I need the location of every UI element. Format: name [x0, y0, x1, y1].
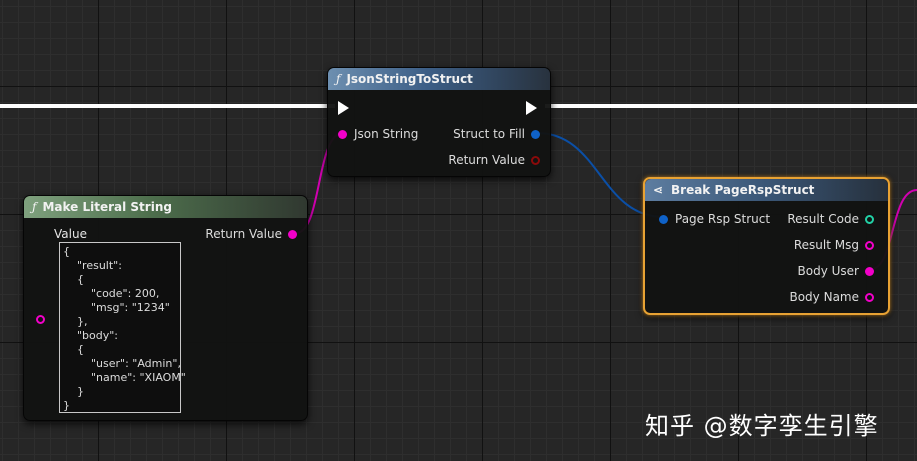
- json-return-value-label: Return Value: [448, 153, 525, 167]
- string-pin-icon[interactable]: [865, 266, 874, 276]
- json-string-to-struct-header[interactable]: ƒ JsonStringToStruct: [328, 68, 550, 90]
- value-line: }: [63, 399, 70, 412]
- int-pin-icon[interactable]: [865, 214, 874, 224]
- value-text-field[interactable]: { "result": { "code": 200, "msg": "1234"…: [59, 242, 186, 413]
- break-page-rsp-struct-header[interactable]: ⋖ Break PageRspStruct: [645, 179, 888, 201]
- function-icon: ƒ: [336, 72, 341, 86]
- break-page-rsp-struct-node[interactable]: ⋖ Break PageRspStruct Page Rsp Struct Res…: [643, 177, 890, 315]
- string-pin-icon[interactable]: [288, 229, 297, 239]
- json-string-label: Json String: [354, 127, 419, 141]
- page-rsp-struct-pin[interactable]: Page Rsp Struct: [659, 212, 770, 226]
- result-code-pin[interactable]: Result Code: [787, 212, 874, 226]
- body-name-label: Body Name: [789, 290, 859, 304]
- body-user-pin[interactable]: Body User: [798, 264, 874, 278]
- break-struct-icon: ⋖: [653, 183, 664, 197]
- json-string-to-struct-node[interactable]: ƒ JsonStringToStruct Json String Struct t…: [327, 67, 551, 177]
- struct-pin-icon[interactable]: [659, 214, 668, 224]
- json-return-value-pin[interactable]: Return Value: [448, 153, 540, 167]
- value-label: Value: [54, 227, 87, 241]
- result-code-label: Result Code: [787, 212, 859, 226]
- literal-return-value-pin[interactable]: Return Value: [205, 227, 297, 241]
- value-line: {: [63, 273, 84, 286]
- page-rsp-struct-label: Page Rsp Struct: [675, 212, 771, 226]
- struct-to-fill-label: Struct to Fill: [453, 127, 525, 141]
- value-line: "code": 200,: [63, 287, 160, 300]
- struct-pin-icon[interactable]: [531, 129, 540, 139]
- string-pin-icon[interactable]: [865, 292, 874, 302]
- value-line: },: [63, 315, 88, 328]
- body-name-pin[interactable]: Body Name: [789, 290, 874, 304]
- struct-to-fill-pin[interactable]: Struct to Fill: [453, 127, 540, 141]
- json-string-pin[interactable]: Json String: [338, 127, 418, 141]
- make-literal-string-node[interactable]: ƒ Make Literal String Value { "result": {…: [23, 195, 308, 421]
- result-msg-label: Result Msg: [793, 238, 859, 252]
- value-line: {: [63, 343, 84, 356]
- break-page-rsp-struct-title: Break PageRspStruct: [671, 183, 815, 197]
- result-msg-pin[interactable]: Result Msg: [794, 238, 874, 252]
- function-icon: ƒ: [32, 200, 37, 214]
- value-line: "body":: [63, 329, 119, 342]
- value-input-pin-icon[interactable]: [36, 315, 45, 324]
- value-line: }: [63, 385, 84, 398]
- string-pin-icon[interactable]: [338, 129, 347, 139]
- value-line: "msg": "1234": [63, 301, 170, 314]
- body-user-label: Body User: [797, 264, 859, 278]
- string-pin-icon[interactable]: [865, 240, 874, 250]
- value-line: {: [63, 245, 70, 258]
- make-literal-string-title: Make Literal String: [42, 200, 172, 214]
- json-string-to-struct-title: JsonStringToStruct: [346, 72, 473, 86]
- watermark: 知乎 @数字孪生引擎: [645, 412, 879, 440]
- value-line: "user": "Admin",: [63, 357, 181, 370]
- value-line: "result":: [63, 259, 122, 272]
- exec-in-pin-icon[interactable]: [338, 101, 349, 115]
- value-line: "name": "XIAOM": [63, 371, 186, 384]
- make-literal-string-header[interactable]: ƒ Make Literal String: [24, 196, 307, 218]
- bool-pin-icon[interactable]: [531, 155, 540, 165]
- exec-out-pin-icon[interactable]: [526, 101, 537, 115]
- literal-return-value-label: Return Value: [205, 227, 282, 241]
